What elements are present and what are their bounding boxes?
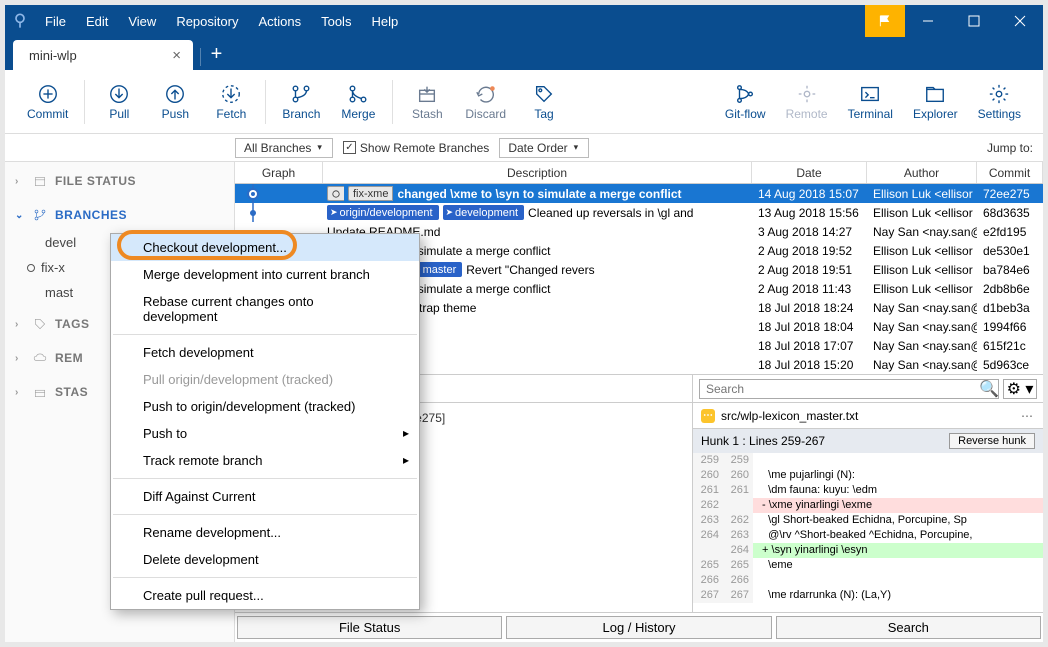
ctx-rename[interactable]: Rename development... [111,519,419,546]
diff-line[interactable]: 261261 \dm fauna: kuyu: \edm [693,483,1043,498]
col-date[interactable]: Date [752,162,867,183]
menu-repository[interactable]: Repository [166,7,248,36]
tab-close-icon[interactable]: × [172,47,181,64]
sidebar-branches[interactable]: ⌄BRANCHES [5,196,234,230]
tab-log-history[interactable]: Log / History [506,616,771,639]
branches-filter-dropdown[interactable]: All Branches▾ [235,138,333,158]
pull-button[interactable]: Pull [91,79,147,125]
gitflow-button[interactable]: Git-flow [715,79,776,125]
col-graph[interactable]: Graph [235,162,323,183]
tag-button[interactable]: Tag [516,79,572,125]
toolbar: Commit Pull Push Fetch Branch Merge Stas… [5,70,1043,134]
app-logo [5,13,35,29]
diff-line[interactable]: 264263 @\rv ^Short-beaked ^Echidna, Porc… [693,528,1043,543]
diff-line[interactable]: 266266 [693,573,1043,588]
ctx-fetch[interactable]: Fetch development [111,339,419,366]
ctx-create-pr[interactable]: Create pull request... [111,582,419,609]
ctx-delete[interactable]: Delete development [111,546,419,573]
merge-button[interactable]: Merge [330,79,386,125]
stash-button[interactable]: Stash [399,79,455,125]
branch-context-menu: Checkout development... Merge developmen… [110,233,420,610]
diff-line[interactable]: 259259 [693,453,1043,468]
commit-desc: changed \xme to \syn to simulate a merge… [397,187,681,201]
ctx-rebase[interactable]: Rebase current changes onto development [111,288,419,330]
diff-line[interactable]: 260260 \me pujarlingi (N): [693,468,1043,483]
titlebar: File Edit View Repository Actions Tools … [5,5,1043,37]
diff-line[interactable]: 263262 \gl Short-beaked Echidna, Porcupi… [693,513,1043,528]
diff-line[interactable]: 262 - \xme yinarlingi \exme [693,498,1043,513]
main-menu: File Edit View Repository Actions Tools … [35,7,408,36]
remote-button[interactable]: Remote [776,79,838,125]
ctx-checkout[interactable]: Checkout development... [111,234,419,261]
explorer-button[interactable]: Explorer [903,79,968,125]
commit-desc: Cleaned up reversals in \gl and [528,206,693,220]
menu-file[interactable]: File [35,7,76,36]
col-description[interactable]: Description [323,162,752,183]
ctx-push-to[interactable]: Push to [111,420,419,447]
settings-button[interactable]: Settings [968,79,1031,125]
hunk-header: Hunk 1 : Lines 259-267 Reverse hunk [693,429,1043,453]
commit-grid-header: Graph Description Date Author Commit [235,162,1043,184]
maximize-button[interactable] [951,5,997,37]
jump-to-label[interactable]: Jump to: [987,141,1043,155]
terminal-button[interactable]: Terminal [838,79,903,125]
file-menu-icon[interactable]: ⋯ [1021,409,1035,423]
tab-search[interactable]: Search [776,616,1041,639]
commit-row[interactable]: ➤origin/development ➤developmentCleaned u… [235,203,1043,222]
commit-hash: 72ee275 [977,187,1043,201]
diff-line[interactable]: 267267 \me rdarrunka (N): (La,Y) [693,588,1043,603]
branch-badge-local: fix-xme [348,186,393,201]
lower-right-toolbar: 🔍 ⚙ ▾ [693,375,1043,403]
search-input[interactable] [699,379,999,399]
commit-date: 14 Aug 2018 15:07 [752,187,867,201]
diff-line[interactable]: 264 + \syn yinarlingi \esyn [693,543,1043,558]
ctx-merge[interactable]: Merge development into current branch [111,261,419,288]
commit-author: Ellison Luk <ellisor [867,187,977,201]
diff-line[interactable]: 265265 \eme [693,558,1043,573]
commit-button[interactable]: Commit [17,79,78,125]
tab-bar: mini-wlp × + [5,37,1043,70]
date-order-dropdown[interactable]: Date Order▾ [499,138,589,158]
gear-button[interactable]: ⚙ ▾ [1003,379,1037,399]
push-button[interactable]: Push [147,79,203,125]
branch-badge-remote: ➤development [443,205,525,220]
menu-actions[interactable]: Actions [248,7,311,36]
add-tab-button[interactable]: + [193,40,229,70]
tab-label: mini-wlp [29,48,77,63]
col-commit[interactable]: Commit [977,162,1043,183]
close-button[interactable] [997,5,1043,37]
menu-tools[interactable]: Tools [311,7,361,36]
footer-tabs: File Status Log / History Search [235,612,1043,642]
minimize-button[interactable] [905,5,951,37]
reverse-hunk-button[interactable]: Reverse hunk [949,433,1035,449]
menu-edit[interactable]: Edit [76,7,118,36]
ctx-track-remote[interactable]: Track remote branch [111,447,419,474]
branch-button[interactable]: Branch [272,79,330,125]
tab-file-status[interactable]: File Status [237,616,502,639]
repo-tab[interactable]: mini-wlp × [13,40,193,70]
sidebar-file-status[interactable]: ›FILE STATUS [5,162,234,196]
fetch-button[interactable]: Fetch [203,79,259,125]
show-remote-checkbox[interactable]: ✓Show Remote Branches [343,141,489,155]
commit-row[interactable]: fix-xme changed \xme to \syn to simulate … [235,184,1043,203]
ctx-diff[interactable]: Diff Against Current [111,483,419,510]
file-icon: ⋯ [701,409,715,423]
branch-badge-remote: ➤origin/development [327,205,439,220]
notification-flag-icon[interactable] [865,5,905,37]
discard-button[interactable]: Discard [455,79,516,125]
file-path: src/wlp-lexicon_master.txt [721,409,858,423]
ctx-pull-tracked: Pull origin/development (tracked) [111,366,419,393]
menu-view[interactable]: View [118,7,166,36]
hunk-label: Hunk 1 : Lines 259-267 [701,434,825,448]
diff-view: 259259260260 \me pujarlingi (N):261261 \… [693,453,1043,603]
filter-bar: All Branches▾ ✓Show Remote Branches Date… [5,134,1043,162]
ctx-push-tracked[interactable]: Push to origin/development (tracked) [111,393,419,420]
menu-help[interactable]: Help [361,7,408,36]
file-header[interactable]: ⋯ src/wlp-lexicon_master.txt ⋯ [693,403,1043,429]
col-author[interactable]: Author [867,162,977,183]
